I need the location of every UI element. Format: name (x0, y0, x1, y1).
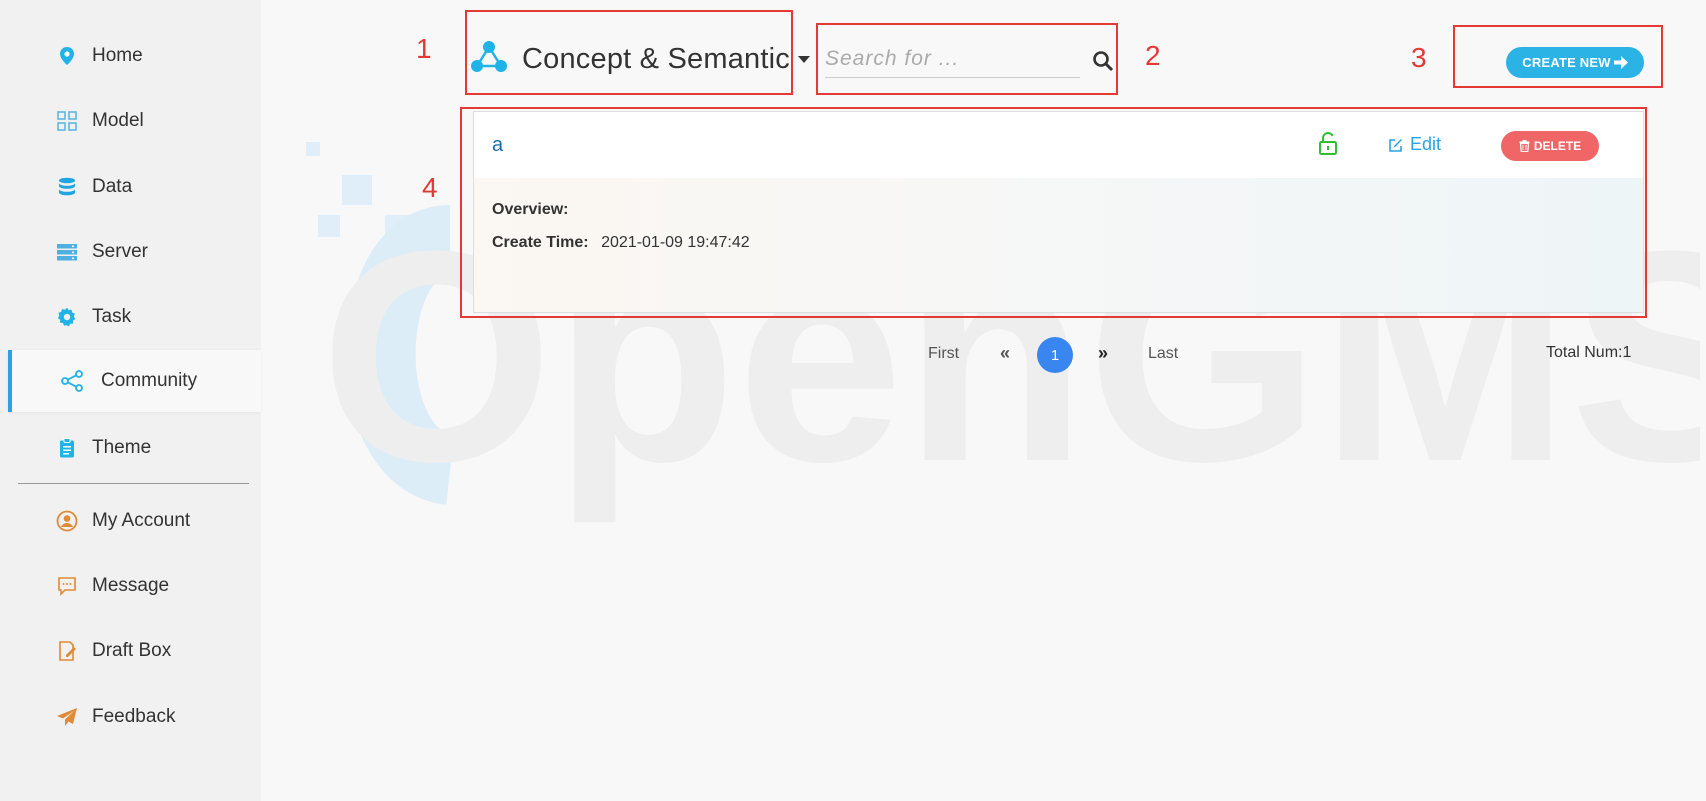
user-circle-icon (55, 509, 79, 533)
pagination-first[interactable]: First (928, 345, 959, 363)
sidebar-item-label: Theme (92, 437, 152, 458)
pagination-next[interactable]: » (1098, 343, 1108, 364)
pagination-last[interactable]: Last (1148, 345, 1178, 363)
sidebar-item-server[interactable]: Server (0, 221, 261, 283)
sidebar-item-label: Draft Box (92, 640, 172, 661)
create-new-label: CREATE NEW (1522, 55, 1611, 70)
category-title: Concept & Semantic (522, 42, 790, 75)
sidebar-item-label: Server (92, 241, 148, 262)
item-card: a Edit DELETE Overview: Create Time: 202… (473, 111, 1644, 313)
database-icon (55, 175, 79, 199)
sidebar-item-data[interactable]: Data (0, 156, 261, 218)
sidebar-item-label: Home (92, 45, 143, 66)
pagination-prev[interactable]: « (1000, 343, 1010, 364)
search-icon[interactable] (1092, 50, 1114, 72)
caret-down-icon (797, 55, 810, 63)
sidebar-item-my-account[interactable]: My Account (0, 490, 261, 552)
create-time-value: 2021-01-09 19:47:42 (601, 234, 750, 251)
draft-icon (55, 639, 79, 663)
delete-button[interactable]: DELETE (1501, 131, 1599, 161)
trash-icon (1519, 140, 1530, 152)
paper-plane-icon (55, 705, 79, 729)
sidebar-item-label: Feedback (92, 706, 176, 727)
edit-icon (1388, 137, 1404, 153)
concept-network-icon (470, 40, 508, 79)
annotation-number-2: 2 (1145, 40, 1161, 71)
gear-icon (55, 305, 79, 329)
delete-label: DELETE (1533, 139, 1582, 153)
sidebar-item-theme[interactable]: Theme (0, 417, 261, 479)
category-dropdown[interactable]: Concept & Semantic (470, 40, 810, 78)
overview-field: Overview: (492, 201, 576, 219)
location-pin-icon (55, 44, 79, 68)
grid-icon (55, 109, 79, 133)
edit-label: Edit (1410, 134, 1442, 154)
unlock-icon[interactable] (1317, 132, 1339, 156)
item-title-link[interactable]: a (492, 134, 503, 157)
arrow-right-icon (1613, 56, 1628, 69)
sidebar-item-feedback[interactable]: Feedback (0, 686, 261, 748)
sidebar-item-model[interactable]: Model (0, 90, 261, 152)
annotation-number-4: 4 (422, 172, 438, 203)
total-count: Total Num:1 (1546, 344, 1631, 362)
sidebar-item-task[interactable]: Task (0, 286, 261, 348)
sidebar-item-label: Model (92, 110, 144, 131)
sidebar-item-label: Data (92, 176, 133, 197)
server-icon (55, 240, 79, 264)
search-input[interactable] (825, 42, 1080, 76)
edit-button[interactable]: Edit (1388, 134, 1441, 155)
share-nodes-icon (61, 369, 85, 393)
create-time-field: Create Time: 2021-01-09 19:47:42 (492, 234, 750, 252)
sidebar-item-label: Community (101, 370, 198, 391)
total-value: 1 (1622, 344, 1632, 361)
chat-icon (55, 574, 79, 598)
sidebar-item-label: Message (92, 575, 170, 596)
annotation-number-1: 1 (416, 33, 432, 64)
search-box (825, 42, 1080, 78)
sidebar-item-community[interactable]: Community (8, 350, 261, 412)
sidebar-item-home[interactable]: Home (0, 25, 261, 87)
clipboard-icon (55, 436, 79, 460)
sidebar-item-draft-box[interactable]: Draft Box (0, 620, 261, 682)
create-new-button[interactable]: CREATE NEW (1506, 47, 1644, 78)
item-card-header: a Edit DELETE (474, 112, 1643, 178)
create-time-label: Create Time: (492, 234, 589, 251)
sidebar-item-label: My Account (92, 510, 191, 531)
sidebar-item-message[interactable]: Message (0, 555, 261, 617)
sidebar-item-label: Task (92, 306, 132, 327)
pagination-page-current[interactable]: 1 (1037, 337, 1073, 373)
annotation-number-3: 3 (1411, 42, 1427, 73)
sidebar-divider (18, 483, 249, 484)
overview-label: Overview: (492, 201, 569, 218)
sidebar: Home Model Data Server Task Community Th… (0, 0, 261, 801)
total-label: Total Num: (1546, 344, 1623, 361)
